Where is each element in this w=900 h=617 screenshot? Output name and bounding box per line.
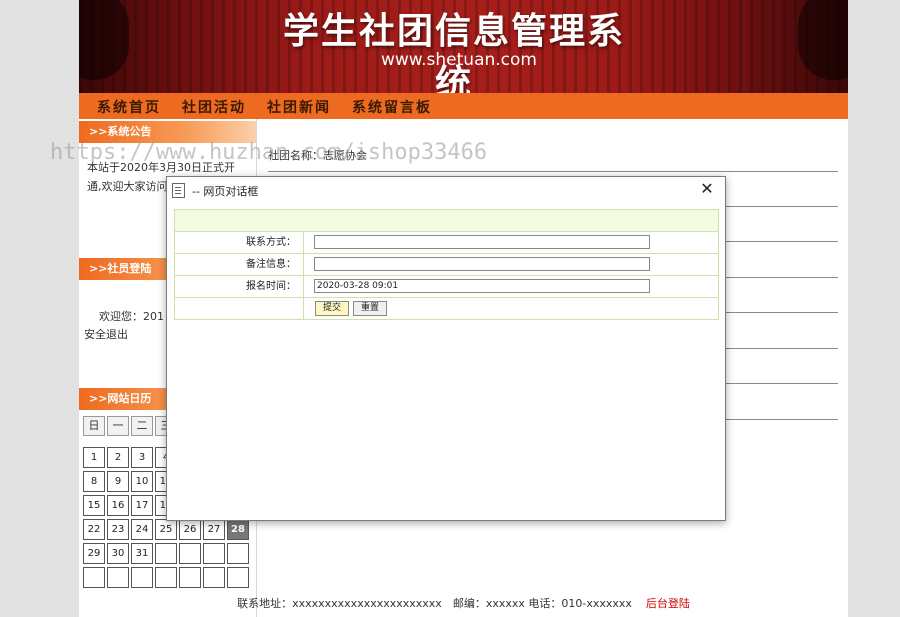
web-dialog: -- 网页对话框 ✕ 联系方式： 备注信息： 报名时间： 2020-03-28 … [166, 176, 726, 521]
contact-input[interactable] [314, 235, 650, 249]
site-title: 学生社团信息管理系统 [282, 11, 625, 93]
nav-item-activities[interactable]: 社团活动 [182, 97, 246, 117]
contact-label: 联系方式： [175, 232, 304, 253]
calendar-day[interactable]: 17 [131, 495, 153, 516]
divider [268, 171, 838, 172]
welcome-text: 欢迎您：201 [99, 310, 164, 323]
calendar-day-empty [107, 567, 129, 588]
header-banner: 学生社团信息管理系统 www.shetuan.com [79, 0, 848, 93]
calendar-day[interactable]: 3 [131, 447, 153, 468]
main-nav: 系统首页 社团活动 社团新闻 系统留言板 [79, 93, 848, 119]
calendar-day[interactable]: 9 [107, 471, 129, 492]
form-row-actions: 提交 重置 [175, 298, 718, 319]
site-url: www.shetuan.com [381, 50, 537, 70]
document-icon [172, 183, 185, 198]
weekday-tue: 二 [131, 416, 153, 436]
signup-time-label: 报名时间： [175, 276, 304, 297]
actions-label-cell [175, 298, 304, 319]
dialog-title: -- 网页对话框 [192, 185, 259, 198]
calendar-day[interactable]: 31 [131, 543, 153, 564]
calendar-day-empty [131, 567, 153, 588]
calendar-day-empty [203, 567, 225, 588]
calendar-day-empty [155, 567, 177, 588]
calendar-day[interactable]: 1 [83, 447, 105, 468]
calendar-day[interactable]: 10 [131, 471, 153, 492]
close-icon[interactable]: ✕ [697, 179, 717, 199]
weekday-sun: 日 [83, 416, 105, 436]
calendar-day-today[interactable]: 28 [227, 519, 249, 540]
submit-button[interactable]: 提交 [315, 301, 349, 316]
calendar-day-empty [179, 567, 201, 588]
calendar-day[interactable]: 22 [83, 519, 105, 540]
reset-button[interactable]: 重置 [353, 301, 387, 316]
calendar-day[interactable]: 15 [83, 495, 105, 516]
weekday-mon: 一 [107, 416, 129, 436]
nav-item-guestbook[interactable]: 系统留言板 [352, 97, 432, 117]
calendar-day[interactable]: 2 [107, 447, 129, 468]
form-row-contact: 联系方式： [175, 232, 718, 254]
calendar-day-empty [83, 567, 105, 588]
calendar-day[interactable]: 29 [83, 543, 105, 564]
calendar-day[interactable]: 30 [107, 543, 129, 564]
form-row-notes: 备注信息： [175, 254, 718, 276]
calendar-day-empty [203, 543, 225, 564]
footer-contact: 联系地址：xxxxxxxxxxxxxxxxxxxxxxx 邮编：xxxxxx 电… [237, 597, 632, 610]
notes-label: 备注信息： [175, 254, 304, 275]
calendar-day-empty [155, 543, 177, 564]
nav-item-home[interactable]: 系统首页 [97, 97, 161, 117]
calendar-day[interactable]: 27 [203, 519, 225, 540]
notes-input[interactable] [314, 257, 650, 271]
signup-time-input[interactable]: 2020-03-28 09:01 [314, 279, 650, 293]
form-row-signup-time: 报名时间： 2020-03-28 09:01 [175, 276, 718, 298]
logout-link[interactable]: 安全退出 [84, 326, 128, 342]
footer: 联系地址：xxxxxxxxxxxxxxxxxxxxxxx 邮编：xxxxxx 电… [79, 595, 848, 611]
calendar-day[interactable]: 23 [107, 519, 129, 540]
form-header [175, 210, 718, 232]
calendar-day-empty [227, 567, 249, 588]
watermark: https://www.huzhan.com/ishop33466 [50, 140, 488, 165]
calendar-day[interactable]: 26 [179, 519, 201, 540]
nav-item-news[interactable]: 社团新闻 [267, 97, 331, 117]
calendar-day[interactable]: 16 [107, 495, 129, 516]
calendar-day[interactable]: 8 [83, 471, 105, 492]
calendar-day-empty [179, 543, 201, 564]
calendar-day-empty [227, 543, 249, 564]
admin-login-link[interactable]: 后台登陆 [646, 597, 690, 610]
calendar-day[interactable]: 25 [155, 519, 177, 540]
calendar-day[interactable]: 24 [131, 519, 153, 540]
signup-form: 联系方式： 备注信息： 报名时间： 2020-03-28 09:01 提交 重置 [174, 209, 719, 320]
